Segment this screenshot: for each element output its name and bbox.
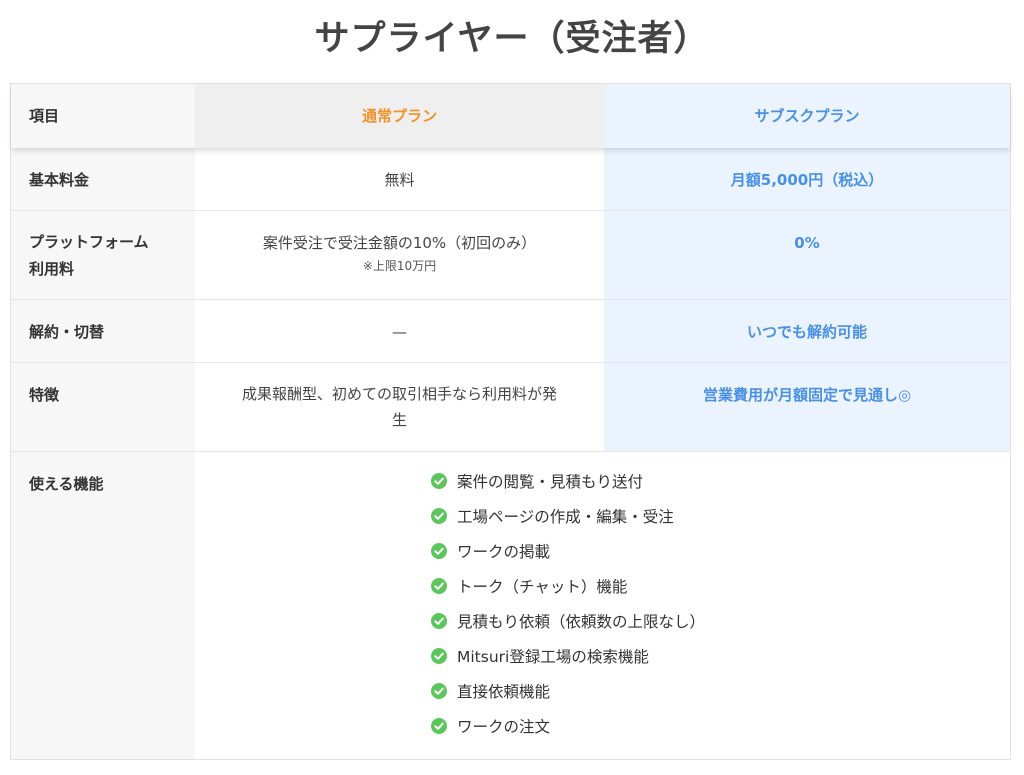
check-circle-icon: [431, 473, 447, 489]
table-header-row: 項目 通常プラン サブスクプラン: [11, 84, 1010, 148]
normal-plan-value: 成果報酬型、初めての取引相手なら利用料が発 生: [195, 363, 604, 451]
subscription-plan-value: 月額5,000円（税込）: [604, 148, 1010, 210]
feature-list: 案件の閲覧・見積もり送付工場ページの作成・編集・受注 ワークの掲載トーク（チャット…: [431, 469, 705, 749]
feature-label: ワークの注文: [457, 718, 551, 736]
check-circle-icon: [431, 543, 447, 559]
check-circle-icon: [431, 683, 447, 699]
check-circle-icon: [431, 613, 447, 629]
row-label: 解約・切替: [11, 300, 195, 362]
table-row-platform-fee: プラットフォーム 利用料 案件受注で受注金額の10%（初回のみ） ※上限10万円…: [11, 211, 1010, 300]
table-row-cancellation: 解約・切替 — いつでも解約可能: [11, 300, 1010, 363]
table-row-available-features: 使える機能 案件の閲覧・見積もり送付工場ページの作成・編集・受注 ワークの掲載トー…: [11, 452, 1010, 759]
row-label: プラットフォーム 利用料: [11, 211, 195, 299]
normal-plan-text-line2: 生: [391, 411, 407, 429]
header-label-cell: 項目: [11, 84, 195, 148]
normal-plan-value: 案件受注で受注金額の10%（初回のみ） ※上限10万円: [195, 211, 604, 299]
row-label: 特徴: [11, 363, 195, 451]
feature-label: 案件の閲覧・見積もり送付: [457, 473, 644, 491]
subscription-plan-value: 営業費用が月額固定で見通し◎: [604, 363, 1010, 451]
check-circle-icon: [431, 648, 447, 664]
row-label-line2: 利用料: [29, 260, 75, 278]
row-label: 基本料金: [11, 148, 195, 210]
table-row-basic-fee: 基本料金 無料 月額5,000円（税込）: [11, 148, 1010, 211]
feature-label: ワークの掲載: [457, 543, 551, 561]
feature-list-item: Mitsuri登録工場の検索機能: [431, 644, 705, 679]
table-row-features-summary: 特徴 成果報酬型、初めての取引相手なら利用料が発 生 営業費用が月額固定で見通し…: [11, 363, 1010, 452]
fee-cap-note: ※上限10万円: [362, 259, 437, 273]
header-normal-plan: 通常プラン: [195, 84, 604, 148]
page-title: サプライヤー（受注者）: [314, 19, 710, 59]
feature-label: 直接依頼機能: [457, 683, 551, 701]
feature-list-item: 見積もり依頼（依頼数の上限なし）: [431, 609, 705, 644]
row-label-line1: プラットフォーム: [29, 233, 149, 251]
header-subscription-plan: サブスクプラン: [604, 84, 1010, 148]
check-circle-icon: [431, 718, 447, 734]
normal-plan-text-line1: 成果報酬型、初めての取引相手なら利用料が発: [241, 385, 557, 403]
feature-label: 工場ページの作成・編集・受注: [457, 508, 674, 526]
feature-list-item: 案件の閲覧・見積もり送付: [431, 469, 705, 504]
feature-label: Mitsuri登録工場の検索機能: [457, 648, 649, 666]
feature-label: 見積もり依頼（依頼数の上限なし）: [457, 613, 706, 631]
row-label: 使える機能: [11, 452, 195, 759]
subscription-plan-value: 0%: [604, 211, 1010, 299]
normal-plan-value: 無料: [195, 148, 604, 210]
feature-label: トーク（チャット）機能: [457, 578, 628, 596]
feature-list-item: 工場ページの作成・編集・受注: [431, 504, 705, 539]
check-circle-icon: [431, 508, 447, 524]
feature-list-cell: 案件の閲覧・見積もり送付工場ページの作成・編集・受注 ワークの掲載トーク（チャット…: [195, 452, 1010, 759]
feature-list-item: ワークの掲載: [431, 539, 705, 574]
feature-list-item: ワークの注文: [431, 714, 705, 749]
feature-list-item: トーク（チャット）機能: [431, 574, 705, 609]
normal-plan-text: 案件受注で受注金額の10%（初回のみ）: [262, 234, 537, 252]
check-circle-icon: [431, 578, 447, 594]
normal-plan-value: —: [195, 300, 604, 362]
feature-list-item: 直接依頼機能: [431, 679, 705, 714]
subscription-plan-value: いつでも解約可能: [604, 300, 1010, 362]
plan-comparison-table: 項目 通常プラン サブスクプラン 基本料金 無料 月額5,000円（税込） プラ…: [10, 83, 1011, 760]
